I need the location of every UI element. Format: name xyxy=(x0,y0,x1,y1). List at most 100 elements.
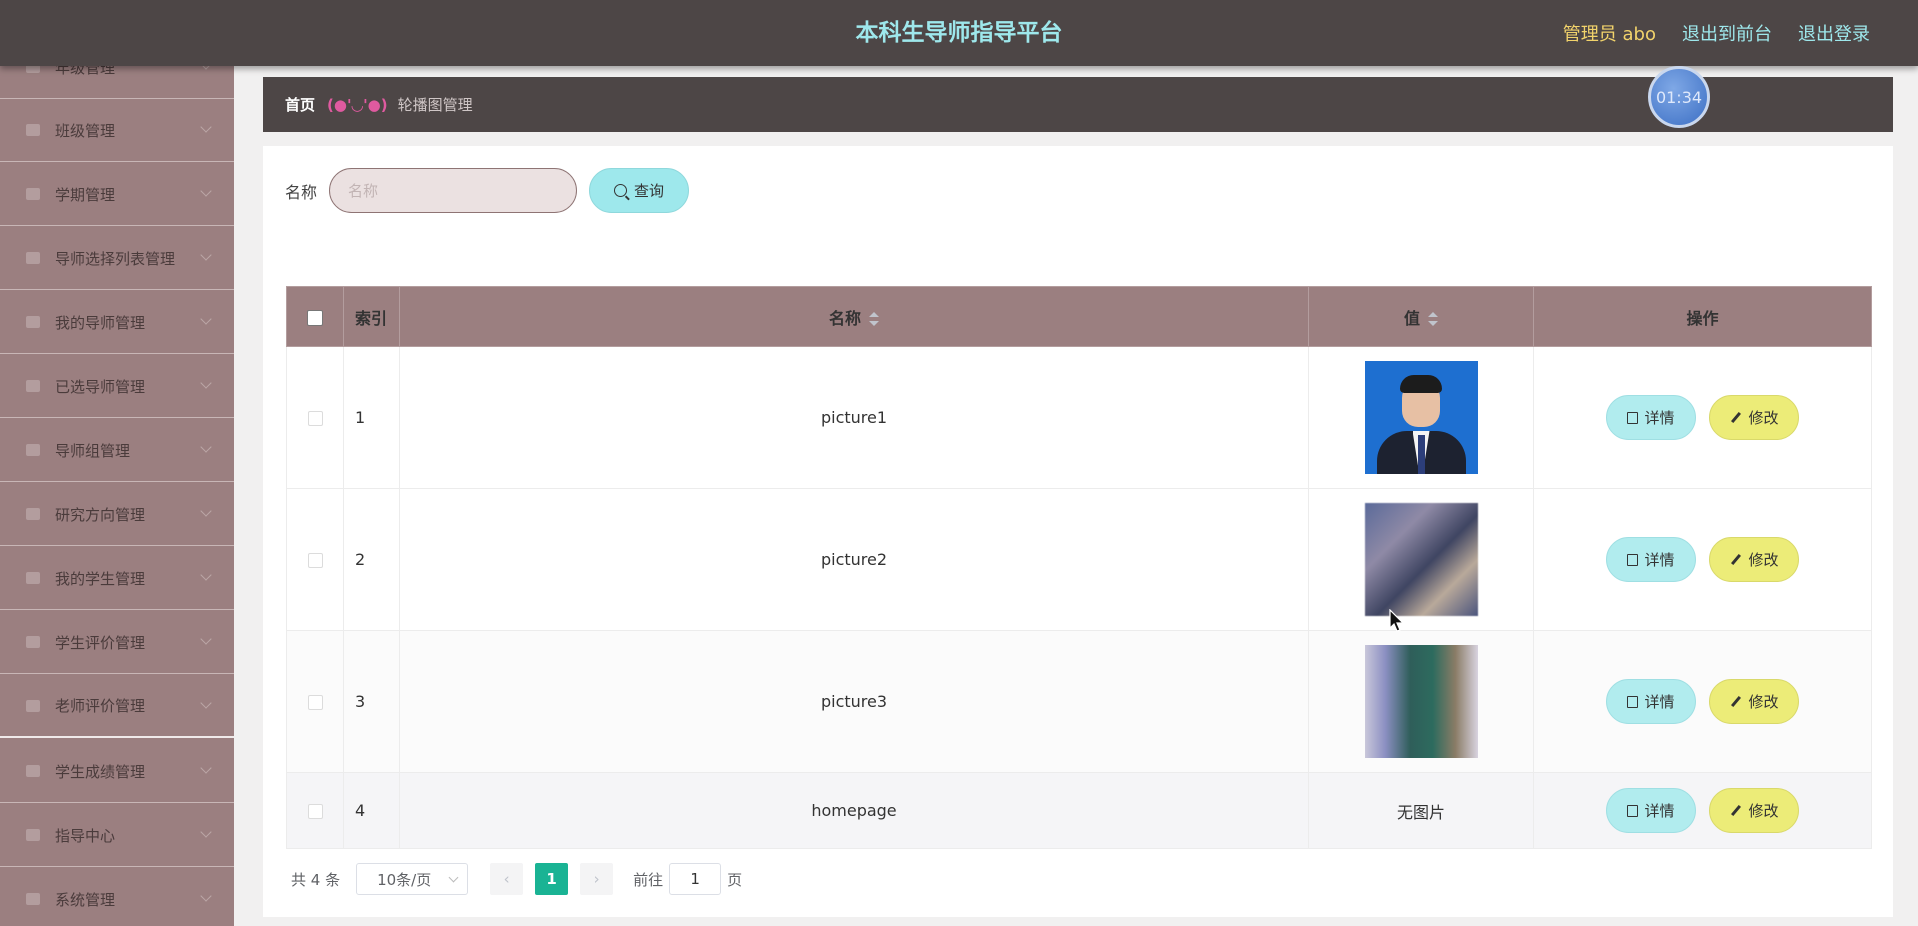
sidebar-item-label: 学生成绩管理 xyxy=(55,762,146,781)
table-row: 1 picture1 详情 修改 xyxy=(286,346,1872,489)
row-name: picture2 xyxy=(399,488,1309,631)
table-row: 2 picture2 详情 修改 xyxy=(286,488,1872,631)
sidebar-item-label: 学生评价管理 xyxy=(55,633,146,652)
group-icon xyxy=(26,444,40,456)
row-value xyxy=(1308,630,1534,773)
detail-button[interactable]: 详情 xyxy=(1605,395,1696,440)
chevron-down-icon xyxy=(200,633,212,645)
note-icon xyxy=(26,829,40,841)
row-checkbox[interactable] xyxy=(307,695,323,710)
edit-button[interactable]: 修改 xyxy=(1709,788,1800,833)
clock-icon xyxy=(26,699,40,712)
sidebar-item-label: 研究方向管理 xyxy=(55,505,146,524)
header-actions: 管理员 abo 退出到前台 退出登录 xyxy=(1563,0,1870,66)
next-page-button[interactable]: › xyxy=(580,863,614,895)
page-size-select[interactable]: 10条/页 xyxy=(356,863,469,895)
sidebar-item-tutor-selection-list[interactable]: 导师选择列表管理 xyxy=(0,227,234,290)
row-checkbox[interactable] xyxy=(307,804,323,819)
row-value: 无图片 xyxy=(1308,772,1534,849)
sidebar-item-label: 学期管理 xyxy=(55,185,116,204)
sidebar-item-system[interactable]: 系统管理 xyxy=(0,868,234,926)
logout-link[interactable]: 退出登录 xyxy=(1798,20,1870,46)
exit-to-front-link[interactable]: 退出到前台 xyxy=(1682,20,1772,46)
sidebar-item-semester[interactable]: 学期管理 xyxy=(0,163,234,226)
header-index: 索引 xyxy=(343,286,400,347)
user-icon xyxy=(26,316,40,328)
grade-icon xyxy=(26,66,40,73)
search-input[interactable] xyxy=(329,168,578,213)
send-icon xyxy=(26,636,40,648)
goto-prefix: 前往 xyxy=(633,870,664,889)
edit-button[interactable]: 修改 xyxy=(1709,537,1800,582)
menu-icon xyxy=(26,765,40,777)
chevron-down-icon xyxy=(200,66,212,70)
sort-icon[interactable] xyxy=(869,311,879,327)
chevron-down-icon xyxy=(200,762,212,774)
detail-button[interactable]: 详情 xyxy=(1605,788,1696,833)
pagination: 共 4 条 10条/页 ‹ 1 › 前往 1 页 xyxy=(291,863,742,895)
sidebar-item-teacher-evaluation[interactable]: 老师评价管理 xyxy=(0,675,234,738)
content-panel: 名称 查询 索引 名称 值 操作 1 xyxy=(263,146,1893,917)
search-bar: 名称 查询 xyxy=(285,168,690,213)
edit-button[interactable]: 修改 xyxy=(1709,395,1800,440)
breadcrumb-home[interactable]: 首页 xyxy=(285,94,315,115)
sidebar-item-grade[interactable]: 年级管理 xyxy=(0,66,234,99)
sidebar-item-tutor-group[interactable]: 导师组管理 xyxy=(0,419,234,482)
row-checkbox[interactable] xyxy=(307,553,323,568)
sidebar-item-student-evaluation[interactable]: 学生评价管理 xyxy=(0,611,234,674)
chevron-down-icon xyxy=(448,872,459,883)
row-value xyxy=(1308,346,1534,489)
sidebar-item-my-tutor[interactable]: 我的导师管理 xyxy=(0,291,234,354)
detail-button[interactable]: 详情 xyxy=(1605,679,1696,724)
sidebar-item-guidance-center[interactable]: 指导中心 xyxy=(0,804,234,867)
detail-button[interactable]: 详情 xyxy=(1605,537,1696,582)
sidebar-item-my-students[interactable]: 我的学生管理 xyxy=(0,547,234,610)
edit-button[interactable]: 修改 xyxy=(1709,679,1800,724)
breadcrumb-emoticon: (●'◡'●) xyxy=(327,95,388,114)
detail-button-label: 详情 xyxy=(1644,551,1675,569)
header-name-label: 名称 xyxy=(828,308,861,328)
query-button[interactable]: 查询 xyxy=(589,168,690,213)
doc-icon xyxy=(26,380,40,392)
document-icon xyxy=(1627,411,1639,424)
row-actions: 详情 修改 xyxy=(1533,346,1872,489)
sidebar-item-label: 指导中心 xyxy=(55,826,116,845)
thumbnail-image-classroom[interactable] xyxy=(1364,645,1478,758)
sidebar-item-selected-tutor[interactable]: 已选导师管理 xyxy=(0,355,234,418)
chevron-down-icon xyxy=(200,249,212,261)
row-name: picture1 xyxy=(399,346,1309,489)
pencil-icon xyxy=(1730,553,1741,566)
row-index: 1 xyxy=(343,346,400,489)
row-select-cell xyxy=(286,772,344,849)
thumbnail-image-portrait[interactable] xyxy=(1364,361,1478,474)
select-all-checkbox[interactable] xyxy=(307,309,323,326)
header-name[interactable]: 名称 xyxy=(399,286,1309,347)
chevron-down-icon xyxy=(200,185,212,197)
row-select-cell xyxy=(286,630,344,773)
sidebar-item-research-direction[interactable]: 研究方向管理 xyxy=(0,483,234,546)
edit-button-label: 修改 xyxy=(1748,409,1779,427)
header-value[interactable]: 值 xyxy=(1308,286,1534,347)
top-header: 本科生导师指导平台 管理员 abo 退出到前台 退出登录 xyxy=(0,0,1918,66)
sidebar-item-class[interactable]: 班级管理 xyxy=(0,99,234,162)
sidebar-item-label: 我的导师管理 xyxy=(55,313,146,332)
student-icon xyxy=(26,572,40,584)
sidebar: 年级管理 班级管理 学期管理 导师选择列表管理 我的导师管理 已选导师管理 导师… xyxy=(0,66,234,926)
prev-page-button[interactable]: ‹ xyxy=(490,863,524,895)
thumbnail-image-blurred[interactable] xyxy=(1364,503,1478,616)
compass-icon xyxy=(26,508,40,520)
detail-button-label: 详情 xyxy=(1644,693,1675,711)
page-number-1[interactable]: 1 xyxy=(535,863,569,895)
table-row: 4 homepage 无图片 详情 修改 xyxy=(286,772,1872,849)
chevron-down-icon xyxy=(200,313,212,325)
goto-page-input[interactable]: 1 xyxy=(669,863,722,895)
row-actions: 详情 修改 xyxy=(1533,488,1872,631)
chevron-down-icon xyxy=(200,826,212,838)
sidebar-item-student-grades[interactable]: 学生成绩管理 xyxy=(0,740,234,803)
table-header-row: 索引 名称 值 操作 xyxy=(286,286,1872,347)
edit-button-label: 修改 xyxy=(1748,693,1779,711)
sidebar-item-label: 班级管理 xyxy=(55,121,116,140)
row-checkbox[interactable] xyxy=(307,411,323,426)
sort-icon[interactable] xyxy=(1428,311,1438,327)
detail-button-label: 详情 xyxy=(1644,409,1675,427)
